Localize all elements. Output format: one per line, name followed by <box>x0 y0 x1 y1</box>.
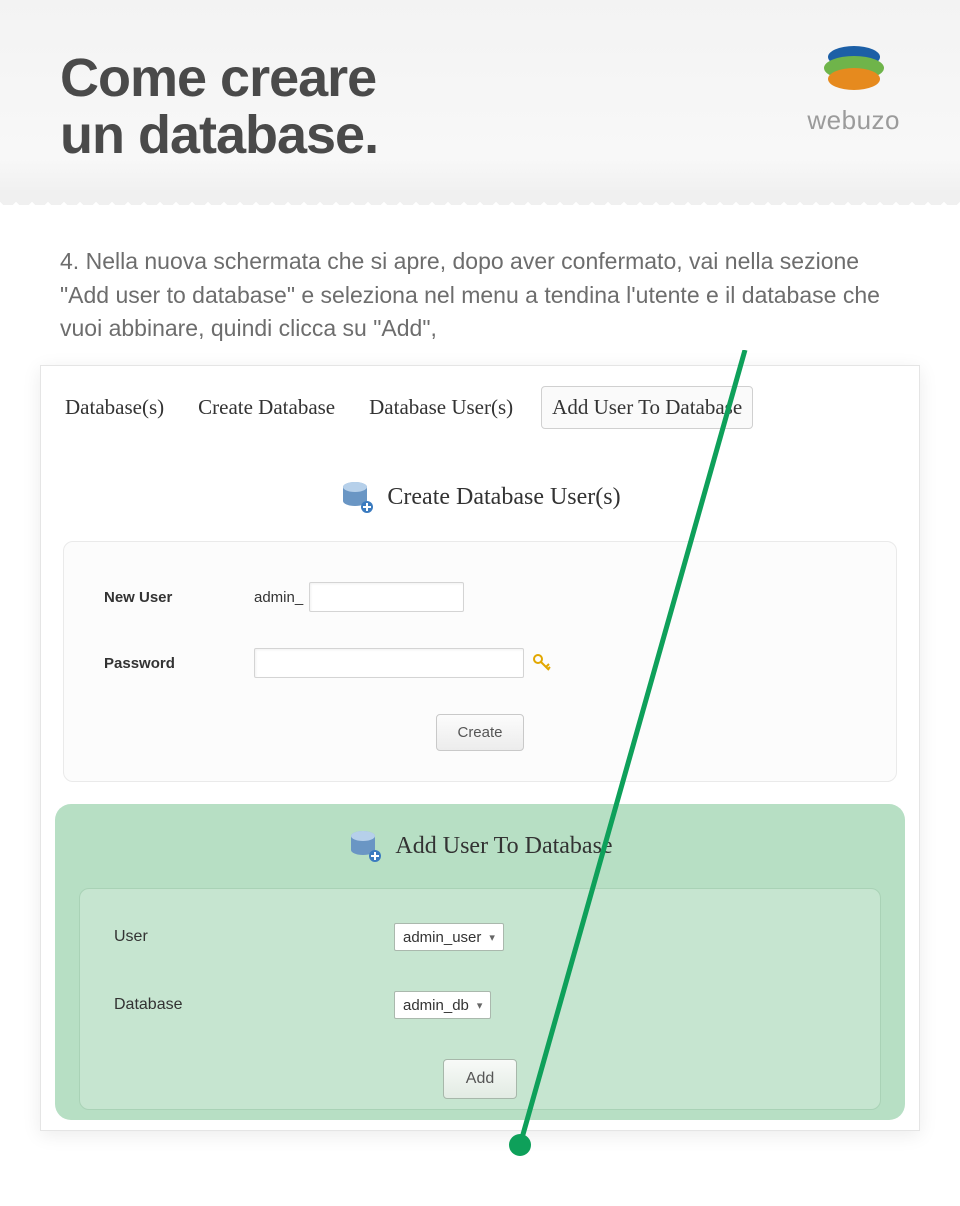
brand-logo: webuzo <box>807 40 900 136</box>
create-user-section-title: Create Database User(s) <box>55 479 905 515</box>
tab-database-users[interactable]: Database User(s) <box>363 387 519 428</box>
create-user-title-text: Create Database User(s) <box>387 484 620 511</box>
step-number: 4. <box>60 248 79 274</box>
database-select[interactable]: admin_db ▾ <box>394 991 491 1019</box>
screenshot-panel: Database(s) Create Database Database Use… <box>40 365 920 1131</box>
add-button[interactable]: Add <box>443 1059 517 1099</box>
instruction-text: Nella nuova schermata che si apre, dopo … <box>60 248 880 341</box>
new-user-row: New User admin_ <box>104 582 856 612</box>
add-user-card: User admin_user ▾ Database admin_db ▾ Ad… <box>79 888 881 1110</box>
user-select-value: admin_user <box>403 929 481 946</box>
user-select[interactable]: admin_user ▾ <box>394 923 504 951</box>
database-select-row: Database admin_db ▾ <box>114 991 846 1019</box>
tab-bar: Database(s) Create Database Database Use… <box>55 380 905 447</box>
add-user-highlight-block: Add User To Database User admin_user ▾ D… <box>55 804 905 1120</box>
key-icon[interactable] <box>532 653 552 673</box>
create-button[interactable]: Create <box>436 714 523 751</box>
instruction-paragraph: 4. Nella nuova schermata che si apre, do… <box>0 205 960 365</box>
create-user-card: New User admin_ Password Create <box>63 541 897 782</box>
chevron-down-icon: ▾ <box>489 931 495 944</box>
password-label: Password <box>104 655 254 672</box>
chevron-down-icon: ▾ <box>477 999 483 1012</box>
user-select-label: User <box>114 928 394 946</box>
tab-add-user-to-database[interactable]: Add User To Database <box>541 386 753 429</box>
database-add-icon <box>347 828 383 864</box>
user-select-row: User admin_user ▾ <box>114 923 846 951</box>
title-line-2: un database. <box>60 105 378 165</box>
tab-databases[interactable]: Database(s) <box>59 387 170 428</box>
add-user-section-title: Add User To Database <box>79 828 881 864</box>
brand-text: webuzo <box>807 105 900 136</box>
new-user-label: New User <box>104 589 254 606</box>
password-row: Password <box>104 648 856 678</box>
page-header: Come creare un database. webuzo <box>0 0 960 193</box>
webuzo-sphere-icon <box>819 40 889 96</box>
database-add-icon <box>339 479 375 515</box>
page-title: Come creare un database. <box>60 50 900 163</box>
database-select-label: Database <box>114 996 394 1014</box>
user-prefix: admin_ <box>254 589 303 606</box>
title-line-1: Come creare <box>60 48 376 108</box>
tab-create-database[interactable]: Create Database <box>192 387 341 428</box>
new-user-input[interactable] <box>309 582 464 612</box>
add-user-title-text: Add User To Database <box>395 833 612 860</box>
password-input[interactable] <box>254 648 524 678</box>
database-select-value: admin_db <box>403 997 469 1014</box>
header-divider <box>0 191 960 205</box>
